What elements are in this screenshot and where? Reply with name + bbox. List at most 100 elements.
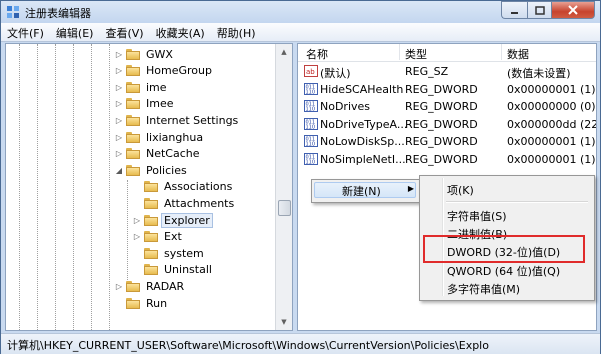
binary-value-icon: 011110: [304, 152, 318, 165]
registry-editor-icon: [7, 6, 19, 18]
value-name: NoDriveTypeA...: [320, 117, 408, 131]
expand-arrow-icon[interactable]: ▷: [114, 82, 124, 92]
binary-value-icon: 011110: [304, 82, 318, 95]
value-row[interactable]: 011 110 NoLowDiskSp... REG_DWORD 0x00000001 …: [298, 133, 596, 150]
tree-node[interactable]: ▷ RADAR: [114, 278, 186, 294]
column-type-header[interactable]: 类型: [405, 46, 427, 62]
close-icon: [568, 5, 578, 15]
tree-node[interactable]: system: [132, 245, 206, 261]
tree-node[interactable]: ▷ Ext: [132, 229, 184, 245]
column-data-header[interactable]: 数据: [507, 46, 529, 62]
value-data: 0x00000000 (0): [507, 100, 596, 113]
minimize-icon: [511, 11, 518, 14]
svg-text:110: 110: [306, 107, 316, 113]
tree-node[interactable]: ▷ NetCache: [114, 146, 202, 162]
value-row[interactable]: ab (默认) REG_SZ (数值未设置): [298, 63, 596, 80]
value-row[interactable]: 011 110 NoDriveTypeA... REG_DWORD 0x000000dd…: [298, 116, 596, 133]
key-tree-pane[interactable]: ▲ ▼ ▷ GWX ▷ HomeGroup ▷ ime ▷ Imee ▷ Internet Set…: [5, 43, 293, 331]
collapse-arrow-icon[interactable]: ◢: [114, 165, 124, 175]
expand-arrow-icon[interactable]: ▷: [114, 281, 124, 291]
red-highlight-box: [423, 235, 585, 263]
binary-value-icon: 011110: [304, 117, 318, 130]
value-type: REG_DWORD: [405, 152, 478, 166]
expand-arrow-icon[interactable]: ▷: [114, 115, 124, 125]
expand-arrow-icon[interactable]: ▷: [132, 232, 142, 242]
close-button[interactable]: [552, 1, 595, 19]
folder-icon: [126, 164, 140, 176]
expand-arrow-icon[interactable]: ▷: [114, 132, 124, 142]
scroll-up-arrow-icon[interactable]: ▲: [276, 44, 292, 60]
tree-node[interactable]: ▷ Explorer: [132, 212, 213, 228]
value-row[interactable]: 011 110 NoDrives REG_DWORD 0x00000000 (0): [298, 98, 596, 115]
value-row[interactable]: 011 110 NoSimpleNetI... REG_DWORD 0x00000001…: [298, 151, 596, 168]
tree-node-label: Internet Settings: [146, 113, 239, 127]
expand-arrow-icon[interactable]: ▷: [114, 149, 124, 159]
tree-node[interactable]: Attachments: [132, 195, 236, 211]
svg-text:110: 110: [306, 124, 316, 130]
status-bar: 计算机\HKEY_CURRENT_USER\Software\Microsoft…: [1, 333, 600, 354]
tree-node[interactable]: ▷ GWX: [114, 46, 175, 62]
tree-node[interactable]: ▷ ime: [114, 79, 169, 95]
column-name-header[interactable]: 名称: [306, 46, 328, 62]
binary-value-icon: 011110: [304, 135, 318, 147]
svg-text:110: 110: [306, 159, 316, 165]
submenu-item-string[interactable]: 字符串值(S): [447, 208, 507, 224]
tree-node[interactable]: ▷ Internet Settings: [114, 112, 240, 128]
submenu-item-key[interactable]: 项(K): [447, 182, 474, 198]
tree-node-label: Uninstall: [164, 263, 212, 277]
registry-editor-window: 注册表编辑器 文件(F) 编辑(E) 查看(V) 收藏夹(A) 帮助(H) ▲: [0, 0, 601, 354]
tree-scroll-thumb[interactable]: [278, 200, 291, 216]
expand-arrow-icon[interactable]: ▷: [114, 66, 124, 76]
menu-view[interactable]: 查看(V): [99, 23, 149, 41]
scroll-down-arrow-icon[interactable]: ▼: [276, 314, 292, 330]
tree-node-label: RADAR: [146, 279, 185, 293]
value-name: NoSimpleNetI...: [320, 152, 406, 166]
tree-node[interactable]: ▷ Imee: [114, 96, 176, 112]
folder-icon: [126, 48, 140, 60]
expand-arrow-icon[interactable]: ▷: [114, 99, 124, 109]
folder-icon: [126, 280, 140, 292]
tree-node[interactable]: Run: [114, 295, 169, 311]
tree-node[interactable]: ▷ HomeGroup: [114, 63, 214, 79]
folder-icon: [144, 197, 158, 209]
window-title: 注册表编辑器: [25, 7, 91, 20]
tree-scrollbar[interactable]: ▲ ▼: [275, 44, 292, 330]
svg-text:110: 110: [306, 142, 316, 148]
value-data: (数值未设置): [507, 67, 571, 80]
maximize-button[interactable]: [527, 1, 552, 19]
folder-icon: [126, 297, 140, 309]
tree-node[interactable]: Associations: [132, 179, 234, 195]
svg-text:ab: ab: [306, 68, 315, 76]
value-row[interactable]: 011 110 HideSCAHealth REG_DWORD 0x00000001 (…: [298, 81, 596, 98]
submenu-arrow-icon: ▶: [407, 184, 414, 193]
folder-icon: [144, 264, 158, 276]
menu-favorites[interactable]: 收藏夹(A): [150, 23, 211, 41]
tree-node-label: lixianghua: [146, 130, 204, 144]
folder-icon: [126, 65, 140, 77]
menu-file[interactable]: 文件(F): [1, 23, 50, 41]
submenu-item-qword[interactable]: QWORD (64 位)值(Q): [447, 263, 560, 279]
tree-node[interactable]: ▷ lixianghua: [114, 129, 205, 145]
string-value-icon: ab: [304, 65, 318, 77]
svg-text:110: 110: [306, 89, 316, 95]
tree-node-label: GWX: [146, 47, 173, 61]
tree-node[interactable]: Uninstall: [132, 262, 214, 278]
column-separator[interactable]: [501, 44, 502, 60]
menu-help[interactable]: 帮助(H): [211, 23, 262, 41]
minimize-button[interactable]: [501, 1, 527, 19]
column-separator[interactable]: [399, 44, 400, 60]
tree-guide-line: [73, 44, 74, 330]
menu-edit[interactable]: 编辑(E): [50, 23, 100, 41]
tree-guide-line: [55, 44, 56, 330]
submenu-item-multistring[interactable]: 多字符串值(M): [447, 281, 520, 297]
menu-separator: [446, 201, 588, 203]
folder-icon: [126, 98, 140, 110]
tree-node[interactable]: ◢ Policies: [114, 162, 189, 178]
expand-arrow-icon[interactable]: ▷: [132, 215, 142, 225]
value-type: REG_DWORD: [405, 100, 478, 113]
expand-arrow-icon[interactable]: ▷: [114, 49, 124, 59]
